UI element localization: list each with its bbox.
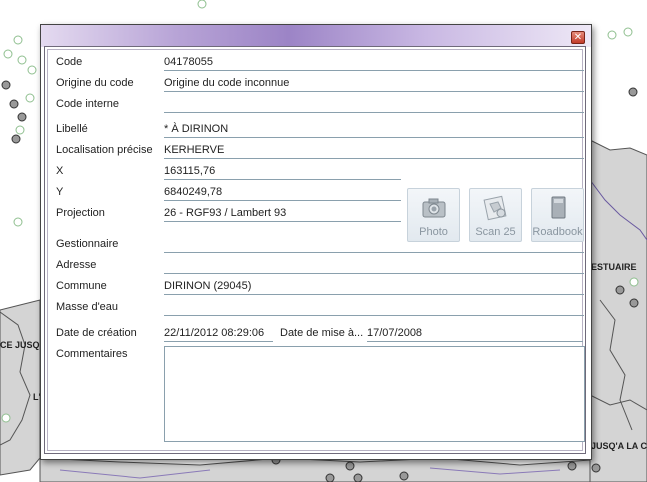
gestionnaire-field[interactable] — [164, 237, 584, 253]
commentaires-label: Commentaires — [56, 348, 128, 360]
adresse-label: Adresse — [56, 259, 97, 271]
date-creation-label: Date de création — [56, 327, 137, 339]
map-label-estuaire: ESTUAIRE — [591, 262, 637, 272]
projection-field[interactable]: 26 - RGF93 / Lambert 93 — [164, 206, 401, 222]
date-maj-label: Date de mise à... — [280, 327, 364, 339]
x-label: X — [56, 165, 64, 177]
adresse-field[interactable] — [164, 258, 584, 274]
dialog-content-frame: Code 04178055 Origine du code Origine du… — [44, 46, 586, 454]
projection-label: Projection — [56, 207, 105, 219]
close-icon: ✕ — [573, 32, 583, 43]
masse-eau-label: Masse d'eau — [56, 301, 119, 313]
station-detail-dialog: ✕ Code 04178055 Origine du code Origine … — [40, 24, 592, 460]
roadbook-button[interactable]: Roadbook — [531, 188, 584, 242]
map-scan-icon — [483, 195, 507, 221]
localisation-label: Localisation précise — [56, 144, 153, 156]
close-button[interactable]: ✕ — [571, 31, 585, 44]
photo-button[interactable]: Photo — [407, 188, 460, 242]
code-field[interactable]: 04178055 — [164, 55, 584, 71]
code-label: Code — [56, 56, 83, 68]
date-maj-field[interactable]: 17/07/2008 — [367, 326, 583, 342]
localisation-field[interactable]: KERHERVE — [164, 143, 584, 159]
commune-label: Commune — [56, 280, 107, 292]
libelle-field[interactable]: * À DIRINON — [164, 122, 584, 138]
x-field[interactable]: 163115,76 — [164, 164, 401, 180]
scan-25-button[interactable]: Scan 25 — [469, 188, 522, 242]
origine-label: Origine du code — [56, 77, 134, 89]
code-interne-field[interactable] — [164, 97, 584, 113]
y-label: Y — [56, 186, 64, 198]
origine-field[interactable]: Origine du code inconnue — [164, 76, 584, 92]
gestionnaire-label: Gestionnaire — [56, 238, 119, 250]
masse-eau-field[interactable] — [164, 300, 584, 316]
libelle-label: Libellé — [56, 123, 88, 135]
y-field[interactable]: 6840249,78 — [164, 185, 401, 201]
book-icon — [551, 196, 566, 219]
dialog-titlebar[interactable]: ✕ — [41, 25, 591, 47]
code-interne-label: Code interne — [56, 98, 119, 110]
map-label-jusq-a-la-co: JUSQ'A LA CO — [591, 441, 647, 451]
commune-field[interactable]: DIRINON (29045) — [164, 279, 584, 295]
date-creation-field[interactable]: 22/11/2012 08:29:06 — [164, 326, 273, 342]
camera-icon — [422, 198, 446, 218]
commentaires-textarea[interactable] — [164, 346, 585, 442]
